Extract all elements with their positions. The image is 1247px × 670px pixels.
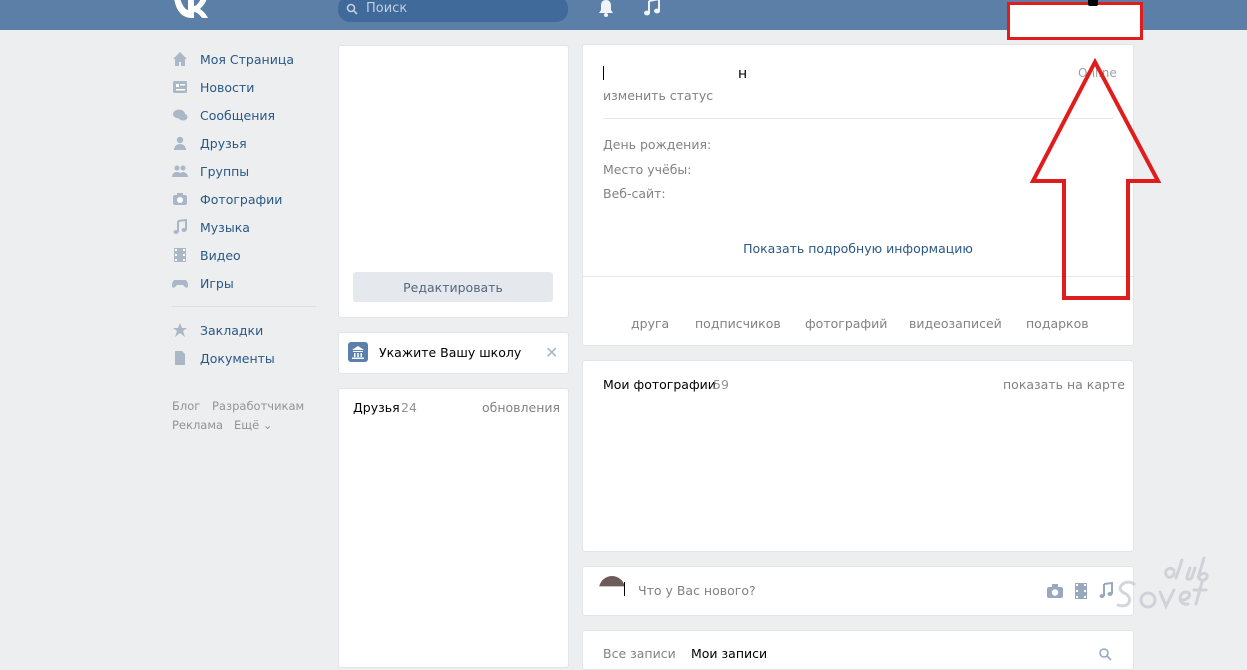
messages-icon [173, 109, 188, 121]
sidebar-item-label: Группы [200, 163, 250, 179]
photos-count: 59 [713, 377, 729, 392]
footer-link-blog[interactable]: Блог [172, 399, 200, 413]
sidebar-item-label: Документы [200, 350, 275, 366]
footer-link-developers[interactable]: Разработчикам [212, 399, 304, 413]
friends-card [338, 388, 569, 668]
sidebar-item-messages[interactable]: Сообщения [172, 104, 275, 126]
sidebar-item-my-page[interactable]: Моя Страница [172, 48, 294, 70]
film-icon[interactable] [1074, 583, 1088, 599]
show-on-map-link[interactable]: показать на карте [1003, 377, 1125, 392]
bell-icon[interactable] [597, 0, 615, 18]
sidebar-item-video[interactable]: Видео [172, 244, 241, 266]
camera-icon[interactable] [1046, 583, 1064, 599]
sidebar-item-label: Игры [200, 275, 234, 291]
gamepad-icon [172, 280, 188, 288]
edit-profile-button[interactable]: Редактировать [353, 272, 553, 302]
annotation-arrow-icon [1029, 57, 1162, 300]
sidebar-item-bookmarks[interactable]: Закладки [172, 319, 263, 341]
camera-icon [173, 193, 187, 205]
photos-title[interactable]: Мои фотографии [603, 377, 716, 392]
sidebar-item-documents[interactable]: Документы [172, 347, 275, 369]
footer-link-more[interactable]: Ещё ⌄ [234, 418, 272, 432]
new-post-input[interactable]: Что у Вас нового? [638, 583, 756, 598]
user-avatar-fragment [1088, 0, 1098, 6]
counter-photos[interactable]: фотографий [805, 316, 887, 331]
footer-link-ads[interactable]: Реклама [172, 418, 223, 432]
counter-videos[interactable]: видеозаписей [909, 316, 1002, 331]
sidebar-divider [172, 306, 316, 307]
sidebar-item-groups[interactable]: Группы [172, 160, 249, 182]
counter-followers[interactable]: подписчиков [695, 316, 781, 331]
document-icon [175, 351, 185, 365]
info-birthday-label: День рождения: [603, 137, 712, 152]
info-school-label: Место учёбы: [603, 162, 692, 177]
watermark-logo-icon [1116, 556, 1209, 610]
music-note-icon[interactable] [642, 0, 662, 18]
sidebar-item-photos[interactable]: Фотографии [172, 188, 282, 210]
user-menu-highlight[interactable] [1007, 2, 1143, 40]
sidebar-item-friends[interactable]: Друзья [172, 132, 247, 154]
sidebar-item-label: Фотографии [200, 191, 283, 207]
user-icon [174, 136, 186, 150]
change-status-link[interactable]: изменить статус [603, 88, 713, 103]
vk-logo-icon[interactable] [172, 0, 208, 18]
music-icon [173, 219, 187, 234]
friends-count: 24 [401, 400, 417, 415]
groups-icon [172, 165, 188, 177]
text-cursor [624, 582, 625, 596]
sidebar-item-label: Новости [200, 79, 255, 95]
star-icon [173, 323, 187, 337]
sidebar-item-label: Закладки [200, 322, 264, 338]
sidebar-item-music[interactable]: Музыка [172, 216, 250, 238]
search-placeholder[interactable]: Поиск [366, 1, 407, 16]
counter-friends[interactable]: друга [631, 316, 669, 331]
info-website-label: Веб-сайт: [603, 186, 666, 201]
sidebar-item-games[interactable]: Игры [172, 272, 234, 294]
sidebar-item-news[interactable]: Новости [172, 76, 254, 98]
search-icon [346, 3, 358, 15]
film-icon [174, 248, 186, 262]
counter-gifts[interactable]: подарков [1026, 316, 1089, 331]
friends-title[interactable]: Друзья [353, 400, 400, 415]
sidebar-item-label: Моя Страница [200, 51, 294, 67]
close-icon[interactable]: ✕ [545, 343, 558, 362]
sidebar-item-label: Друзья [200, 135, 247, 151]
friends-updates-link[interactable]: обновления [482, 400, 560, 415]
sidebar-item-label: Музыка [200, 219, 250, 235]
sidebar-item-label: Видео [200, 247, 241, 263]
sidebar-item-label: Сообщения [200, 107, 276, 123]
school-icon [348, 342, 368, 362]
school-prompt-text[interactable]: Укажите Вашу школу [379, 345, 521, 360]
home-icon [173, 52, 187, 66]
news-icon [173, 81, 187, 93]
profile-name: н [738, 66, 748, 82]
name-redacted-start [603, 66, 604, 80]
